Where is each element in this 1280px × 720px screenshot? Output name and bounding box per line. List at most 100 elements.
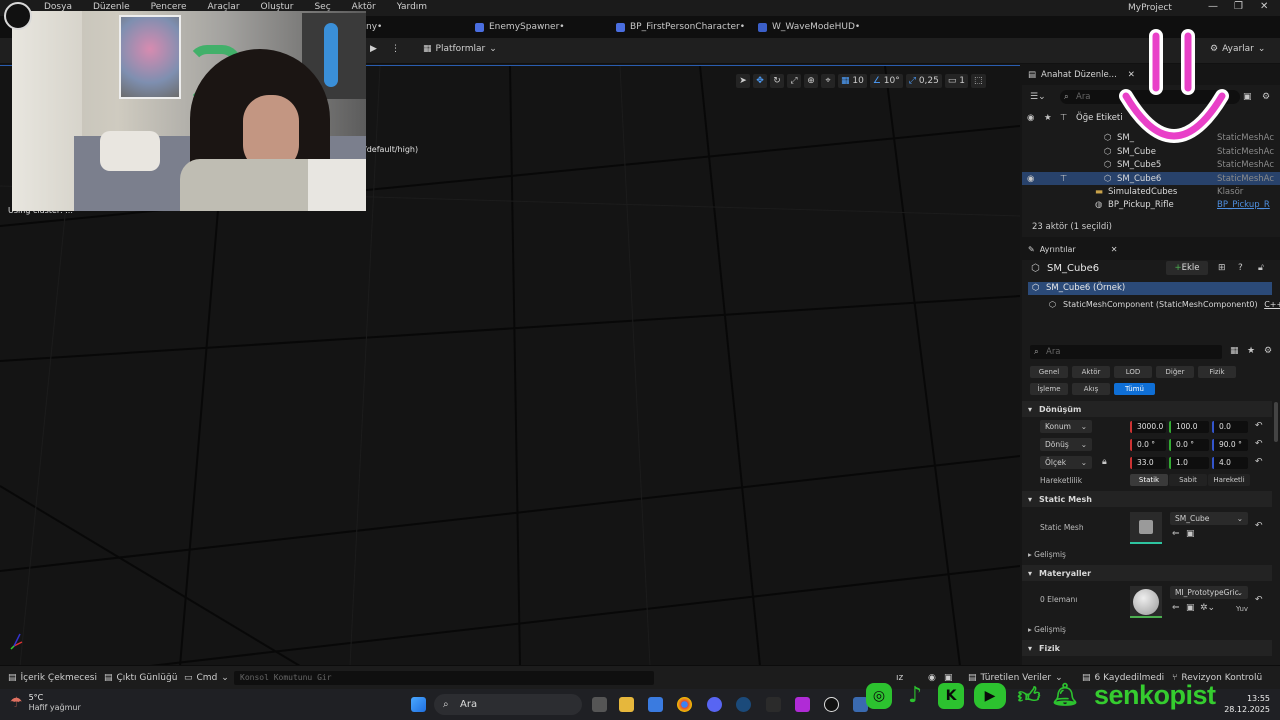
platforms-button[interactable]: ▦ Platformlar ⌄	[423, 44, 497, 54]
favorites-icon[interactable]: ★	[1247, 346, 1255, 356]
filter-physics[interactable]: Fizik	[1198, 366, 1236, 378]
filter-general[interactable]: Genel	[1030, 366, 1068, 378]
materials-section[interactable]: ▾ Materyaller	[1022, 565, 1272, 581]
tab-enemy-spawner[interactable]: EnemySpawner•	[475, 22, 565, 32]
reset-icon[interactable]: ↶	[1255, 457, 1263, 467]
details-scrollbar[interactable]	[1274, 402, 1278, 442]
rotation-snap-button[interactable]: ∠ 10°	[869, 74, 903, 88]
filter-icon[interactable]: ☰⌄	[1030, 92, 1046, 102]
reset-icon[interactable]: ↶	[1255, 521, 1263, 531]
content-drawer-button[interactable]: ▤ İçerik Çekmecesi	[8, 673, 97, 683]
outliner-row[interactable]: ▬ SimulatedCubes Klasör	[1022, 185, 1280, 198]
reset-icon[interactable]: ↶	[1255, 421, 1263, 431]
output-log-button[interactable]: ▤ Çıktı Günlüğü	[104, 673, 177, 683]
close-icon[interactable]: ✕	[1111, 245, 1118, 254]
star-icon[interactable]: ★	[1044, 113, 1052, 123]
scale-lock-icon[interactable]: 🔒︎	[1102, 457, 1107, 467]
more-options-icon[interactable]: ⋮	[391, 44, 400, 54]
scale-x[interactable]: 33.0	[1130, 457, 1166, 469]
maximize-viewport-icon[interactable]: ⬚	[971, 74, 986, 88]
component-instance-row[interactable]: ⬡ SM_Cube6 (Örnek)	[1028, 282, 1272, 295]
material-dropdown[interactable]: MI_PrototypeGric ⌄	[1170, 586, 1248, 599]
world-space-icon[interactable]: ⊕	[804, 74, 818, 88]
component-row[interactable]: ⬡ StaticMeshComponent (StaticMeshCompone…	[1048, 298, 1280, 311]
epic-games-icon[interactable]	[766, 697, 781, 712]
close-icon[interactable]: ✕	[1260, 1, 1268, 12]
taskbar-search[interactable]: ⌕ Ara	[434, 694, 582, 715]
discord-icon[interactable]	[707, 697, 722, 712]
material-options-icon[interactable]: ✲⌄	[1200, 603, 1215, 613]
unreal-engine-icon[interactable]	[824, 697, 839, 712]
minimize-icon[interactable]: —	[1208, 1, 1218, 12]
surface-snap-icon[interactable]: ⌖	[821, 74, 835, 88]
use-selected-icon[interactable]: ⇐	[1172, 603, 1180, 613]
location-x[interactable]: 3000.0	[1130, 421, 1166, 433]
blueprint-icon[interactable]: ⊞	[1218, 263, 1226, 273]
reset-icon[interactable]: ↶	[1255, 439, 1263, 449]
location-z[interactable]: 0.0	[1212, 421, 1248, 433]
physics-section[interactable]: ▾ Fizik	[1022, 640, 1272, 656]
cmd-dropdown[interactable]: ▭ Cmd ⌄	[184, 673, 229, 683]
filter-all[interactable]: Tümü	[1114, 383, 1155, 395]
location-y[interactable]: 100.0	[1169, 421, 1209, 433]
filter-streaming[interactable]: Akış	[1072, 383, 1110, 395]
add-folder-icon[interactable]: ▣	[1243, 92, 1252, 102]
tab-details[interactable]: ✎ Ayrıntılar ✕	[1028, 245, 1137, 254]
browse-icon[interactable]: ▣	[1186, 529, 1195, 539]
pin-icon[interactable]: ⊤	[1060, 174, 1067, 184]
lock-icon[interactable]: 🔓︎	[1258, 263, 1264, 273]
chrome-icon[interactable]	[677, 697, 692, 712]
eye-icon[interactable]: ◉	[1027, 174, 1034, 184]
mobility-static[interactable]: Statik	[1130, 474, 1168, 486]
outliner-row[interactable]: ◍ BP_Pickup_Rifle BP_Pickup_R	[1022, 198, 1280, 211]
settings-icon[interactable]: ⚙	[1264, 346, 1272, 356]
system-clock[interactable]: 13:55 28.12.2025	[1224, 693, 1270, 715]
rotate-icon[interactable]: ↻	[770, 74, 784, 88]
windows-start-icon[interactable]	[411, 697, 426, 712]
maximize-icon[interactable]: ❐	[1234, 1, 1243, 12]
scale-y[interactable]: 1.0	[1169, 457, 1209, 469]
filter-other[interactable]: Diğer	[1156, 366, 1194, 378]
tab-wave-mode-hud[interactable]: W_WaveModeHUD•	[758, 22, 860, 32]
translate-icon[interactable]: ✥	[753, 74, 767, 88]
unreal-logo-icon[interactable]	[4, 2, 32, 30]
menu-item[interactable]: Yardım	[397, 2, 427, 12]
scale-snap-button[interactable]: ⤢ 0,25	[905, 74, 942, 88]
use-selected-icon[interactable]: ⇐	[1172, 529, 1180, 539]
browse-icon[interactable]: ▣	[1186, 603, 1195, 613]
material-thumbnail[interactable]	[1130, 586, 1162, 618]
table-view-icon[interactable]: ▦	[1230, 346, 1239, 356]
mobility-movable[interactable]: Hareketli	[1208, 474, 1250, 486]
transform-section[interactable]: ▾ Dönüşüm	[1022, 401, 1272, 417]
static-mesh-dropdown[interactable]: SM_Cube ⌄	[1170, 512, 1248, 525]
rotation-x[interactable]: 0.0 °	[1130, 439, 1166, 451]
details-search-input[interactable]: ⌕ Ara	[1030, 345, 1222, 359]
rotation-y[interactable]: 0.0 °	[1169, 439, 1209, 451]
reset-icon[interactable]: ↶	[1255, 595, 1263, 605]
settings-icon[interactable]: ⚙	[1262, 92, 1270, 102]
play-button[interactable]: ▶	[370, 44, 377, 54]
tab-partial[interactable]: ny•	[366, 22, 382, 32]
task-view-icon[interactable]	[592, 697, 607, 712]
steam-icon[interactable]	[736, 697, 751, 712]
rotation-dropdown[interactable]: Dönüş ⌄	[1040, 438, 1092, 451]
add-component-button[interactable]: +Ekle	[1166, 261, 1208, 275]
store-icon[interactable]	[648, 697, 663, 712]
help-icon[interactable]: ?	[1238, 263, 1243, 273]
scale-icon[interactable]: ⤢	[787, 74, 801, 88]
mobility-stationary[interactable]: Sabit	[1169, 474, 1207, 486]
tab-first-person-character[interactable]: BP_FirstPersonCharacter•	[616, 22, 745, 32]
camera-speed-button[interactable]: ▭ 1	[944, 74, 968, 88]
scale-dropdown[interactable]: Ölçek ⌄	[1040, 456, 1092, 469]
advanced-toggle[interactable]: ▸ Gelişmiş	[1028, 625, 1066, 634]
static-mesh-thumbnail[interactable]	[1130, 512, 1162, 544]
eye-icon[interactable]: ◉	[1027, 113, 1034, 123]
filter-actor[interactable]: Aktör	[1072, 366, 1110, 378]
select-mode-icon[interactable]: ➤	[736, 74, 750, 88]
weather-widget[interactable]: ☂ 5°C Hafif yağmur	[10, 693, 81, 712]
console-command-input[interactable]: Konsol Komutunu Gir	[234, 671, 654, 685]
file-explorer-icon[interactable]	[619, 697, 634, 712]
pin-icon[interactable]: ⊤	[1060, 113, 1067, 123]
rotation-z[interactable]: 90.0 °	[1212, 439, 1248, 451]
filter-lod[interactable]: LOD	[1114, 366, 1152, 378]
